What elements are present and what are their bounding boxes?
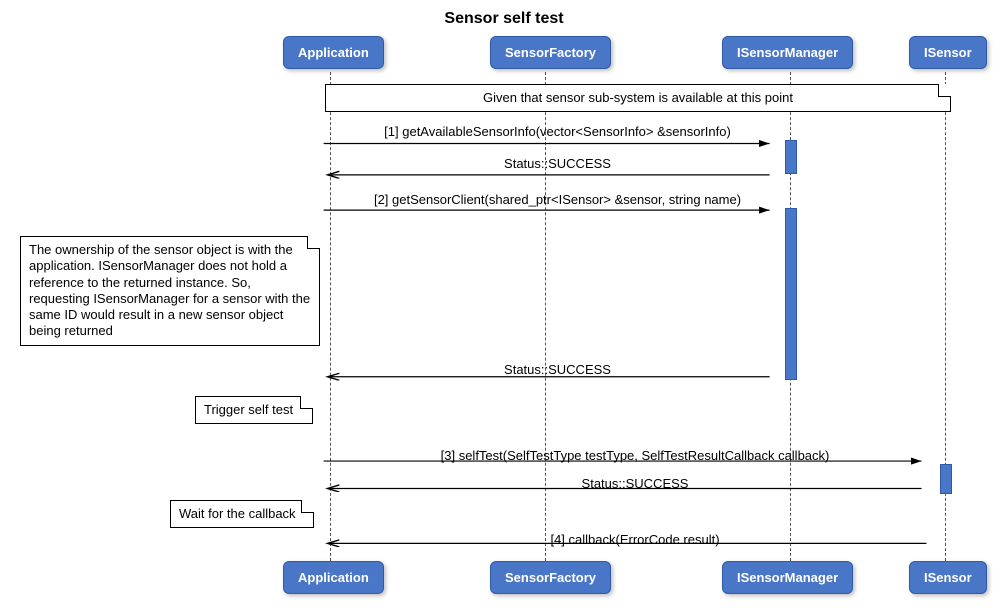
participant-isensor-top: ISensor (909, 36, 987, 69)
participant-isensor-bottom: ISensor (909, 561, 987, 594)
activation-sensor-1 (940, 464, 952, 494)
note-trigger: Trigger self test (195, 396, 313, 424)
note-fold-icon (300, 396, 313, 409)
label-m4: [4] callback(ErrorCode result) (330, 532, 940, 547)
label-m2: [2] getSensorClient(shared_ptr<ISensor> … (330, 192, 785, 207)
note-fold-icon (301, 500, 314, 513)
activation-manager-1 (785, 140, 797, 174)
note-wait-text: Wait for the callback (179, 506, 296, 521)
note-fold-icon (938, 84, 951, 97)
participant-isensormanager-bottom: ISensorManager (722, 561, 853, 594)
label-r3: Status::SUCCESS (330, 476, 940, 491)
activation-manager-2 (785, 208, 797, 380)
note-wait: Wait for the callback (170, 500, 314, 528)
diagram-title: Sensor self test (10, 10, 998, 28)
label-r1: Status::SUCCESS (330, 156, 785, 171)
note-fold-icon (307, 236, 320, 249)
note-ownership: The ownership of the sensor object is wi… (20, 236, 320, 346)
label-r2: Status::SUCCESS (330, 362, 785, 377)
participant-application-top: Application (283, 36, 384, 69)
participant-sensorfactory-top: SensorFactory (490, 36, 611, 69)
participant-sensorfactory-bottom: SensorFactory (490, 561, 611, 594)
note-trigger-text: Trigger self test (204, 402, 293, 417)
participant-application-bottom: Application (283, 561, 384, 594)
sequence-diagram: Application SensorFactory ISensorManager… (10, 36, 998, 596)
label-m1: [1] getAvailableSensorInfo(vector<Sensor… (330, 124, 785, 139)
label-m3: [3] selfTest(SelfTestType testType, Self… (330, 448, 940, 463)
participant-isensormanager-top: ISensorManager (722, 36, 853, 69)
note-given: Given that sensor sub-system is availabl… (325, 84, 951, 112)
note-given-text: Given that sensor sub-system is availabl… (483, 90, 793, 105)
note-ownership-text: The ownership of the sensor object is wi… (29, 242, 310, 338)
